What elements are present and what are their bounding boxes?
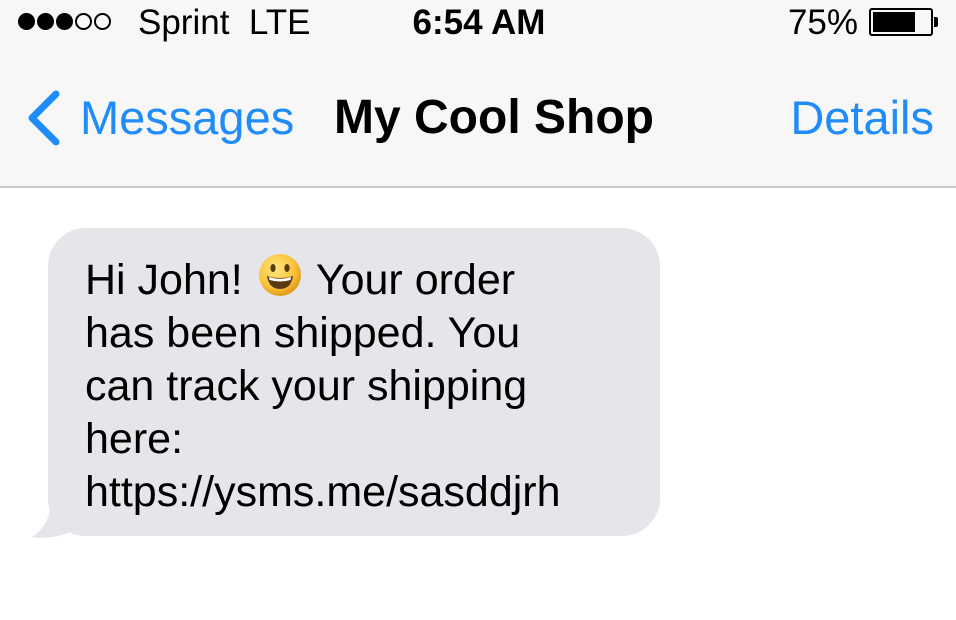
battery-body (869, 8, 933, 36)
status-bar: Sprint LTE 6:54 AM 75% (0, 0, 956, 46)
grinning-face-emoji-icon (258, 254, 301, 296)
message-text-start: Hi John! (85, 256, 255, 304)
navigation-bar: Messages My Cool Shop Details (0, 46, 956, 188)
conversation-title: My Cool Shop (334, 91, 654, 144)
battery-icon (869, 8, 941, 36)
battery-tip (934, 17, 938, 27)
clock-label: 6:54 AM (412, 3, 546, 42)
battery-level (873, 12, 915, 32)
chevron-left-icon (28, 90, 60, 146)
back-button-label: Messages (80, 91, 295, 144)
message-thread[interactable]: Hi John! Your order has been shipped. Yo… (0, 188, 956, 620)
incoming-message-bubble[interactable]: Hi John! Your order has been shipped. Yo… (48, 228, 660, 536)
back-button[interactable]: Messages (22, 88, 294, 148)
details-button[interactable]: Details (790, 88, 934, 148)
battery-percent: 75% (787, 3, 858, 42)
message-text: Hi John! Your order has been shipped. Yo… (85, 252, 630, 519)
